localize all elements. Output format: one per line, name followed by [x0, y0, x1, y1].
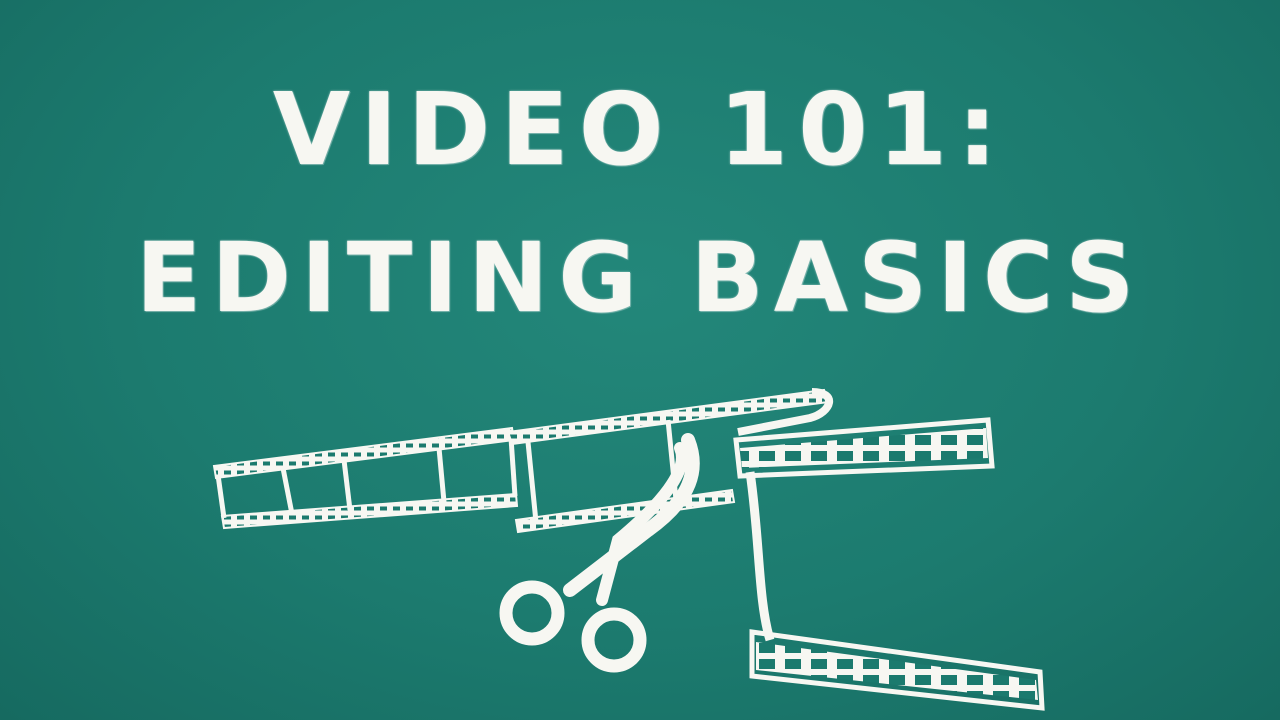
- scissors-icon: [499, 433, 700, 673]
- film-editing-illustration: [212, 388, 1045, 711]
- chalkboard-background: VIDEO 101: EDITING BASICS: [0, 0, 1280, 720]
